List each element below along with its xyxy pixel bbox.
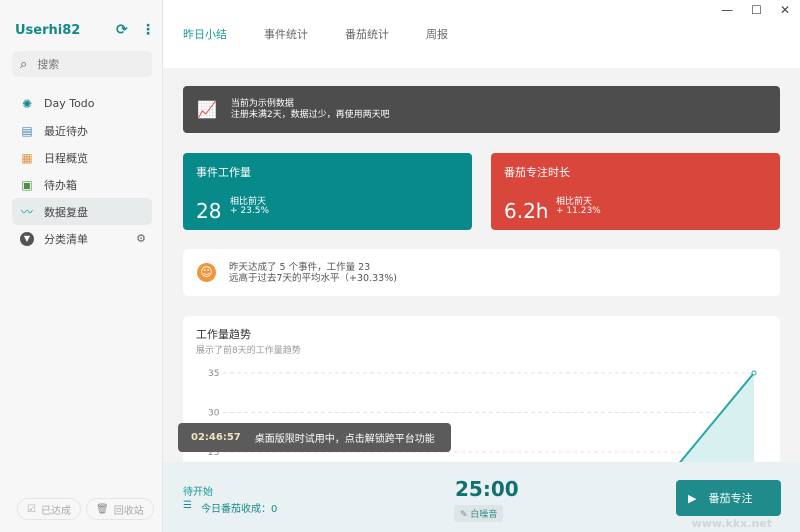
- banner-text: 注册未满2天，数据过少，再使用两天吧: [230, 109, 390, 120]
- sidebar-item-review[interactable]: 〰数据复盘: [12, 198, 152, 225]
- tab-weekly[interactable]: 周报: [426, 26, 448, 42]
- workload-trend-chart: 工作量趋势 展示了前8天的工作量趋势 25 30 35: [183, 316, 780, 476]
- trial-text: 桌面版限时试用中，点击解锁跨平台功能: [254, 434, 435, 445]
- sync-icon[interactable]: ⟳: [116, 22, 128, 38]
- summary-line: 远高于过去7天的平均水平（+30.33%): [229, 272, 397, 284]
- list-icon: ☰: [183, 500, 192, 511]
- chevron-down-icon: ▼: [20, 231, 34, 246]
- minimize-icon[interactable]: —: [721, 3, 733, 17]
- sidebar-item-inbox[interactable]: ▣ 待办箱: [12, 171, 152, 198]
- sun-icon: ✺: [21, 96, 33, 111]
- pomodoro-state: 待开始: [183, 487, 213, 498]
- white-noise-label: 白噪音: [470, 510, 498, 520]
- mute-icon: ✎: [460, 510, 468, 520]
- search-icon: ⌕: [20, 56, 28, 72]
- sidebar-item-label: 最近待办: [44, 124, 88, 138]
- tab-yesterday[interactable]: 昨日小结: [183, 26, 227, 42]
- pomodoro-bar: 待开始 ☰ 今日番茄收成：0 25:00 ✎ 白噪音 ▶ 番茄专注 www.kkx.…: [163, 462, 800, 532]
- checklist-icon: ☑: [27, 503, 36, 515]
- tab-pomodoro[interactable]: 番茄统计: [345, 26, 389, 42]
- sidebar-item-label: 待办箱: [44, 178, 77, 192]
- sidebar-item-schedule[interactable]: ▦ 日程概览: [12, 144, 152, 171]
- sidebar-item-category[interactable]: ▼ 分类清单 ⚙: [12, 225, 152, 252]
- inbox-icon: ▣: [21, 177, 33, 192]
- card-value: 28: [196, 199, 222, 223]
- chart-icon: 〰: [20, 205, 33, 219]
- start-focus-label: 番茄专注: [708, 492, 753, 505]
- banner-title: 当前为示例数据: [230, 98, 294, 109]
- y-tick-label: 35: [208, 369, 219, 379]
- sidebar-item-recent[interactable]: ▤ 最近待办: [12, 117, 152, 144]
- header: 昨日小结 事件统计 番茄统计 周报 — ☐ ✕: [163, 0, 800, 68]
- trial-countdown: 02:46:57: [191, 432, 241, 443]
- start-focus-button[interactable]: ▶ 番茄专注: [676, 480, 781, 516]
- card-value: 6.2h: [504, 199, 549, 223]
- trial-toast[interactable]: 02:46:57 桌面版限时试用中，点击解锁跨平台功能: [178, 423, 451, 452]
- data-point: [751, 370, 757, 376]
- y-tick-label: 30: [208, 409, 220, 419]
- compare-delta: + 11.23%: [556, 206, 601, 216]
- sample-data-banner: 📈 当前为示例数据 注册未满2天，数据过少，再使用两天吧: [183, 86, 780, 133]
- search-input[interactable]: [37, 57, 128, 71]
- done-button[interactable]: ☑ 已达成: [17, 498, 81, 520]
- schedule-icon: ▦: [21, 150, 33, 165]
- pomodoro-timer: 25:00: [455, 477, 519, 501]
- today-harvest[interactable]: ☰ 今日番茄收成：0: [183, 500, 277, 515]
- maximize-icon[interactable]: ☐: [751, 3, 762, 17]
- sidebar: Userhi82 ⟳ ⋮ ⌕ ✺ Day Todo ▤ 最近待办 ▦ 日程概览 ▣ 待办…: [0, 0, 163, 532]
- sidebar-item-label: 日程概览: [44, 151, 88, 165]
- summary-line: 昨天达成了 5 个事件，工作量 23: [229, 261, 371, 273]
- calendar-icon: ▤: [21, 123, 33, 138]
- more-icon[interactable]: ⋮: [141, 22, 155, 38]
- play-icon: ▶: [688, 491, 697, 505]
- today-harvest-text: 今日番茄收成：0: [200, 504, 278, 515]
- search-box[interactable]: ⌕: [12, 51, 152, 77]
- focus-time-card: 番茄专注时长 6.2h 相比前天 + 11.23%: [491, 153, 780, 230]
- done-label: 已达成: [40, 505, 71, 517]
- trash-label: 回收站: [113, 505, 144, 517]
- sidebar-item-label: 分类清单: [44, 232, 88, 246]
- trash-icon: 🗑: [96, 503, 109, 515]
- close-icon[interactable]: ✕: [780, 3, 790, 17]
- sidebar-item-label: 数据复盘: [44, 205, 88, 219]
- sidebar-item-day-todo[interactable]: ✺ Day Todo: [12, 90, 152, 117]
- data-search-icon: 📈: [197, 100, 217, 119]
- workload-card: 事件工作量 28 相比前天 + 23.5%: [183, 153, 472, 230]
- username[interactable]: Userhi82: [15, 23, 80, 38]
- white-noise-button[interactable]: ✎ 白噪音: [454, 505, 504, 522]
- card-title: 事件工作量: [196, 166, 251, 179]
- trash-button[interactable]: 🗑 回收站: [86, 498, 154, 520]
- chart-plot: 253035: [208, 369, 757, 476]
- smile-icon: ☺: [197, 263, 216, 282]
- sidebar-item-label: Day Todo: [44, 97, 95, 110]
- compare-delta: + 23.5%: [230, 206, 269, 216]
- gear-icon[interactable]: ⚙: [136, 232, 146, 245]
- tab-events[interactable]: 事件统计: [264, 26, 308, 42]
- watermark: www.kkx.net: [691, 517, 772, 530]
- card-title: 番茄专注时长: [504, 166, 570, 179]
- summary-card: ☺ 昨天达成了 5 个事件，工作量 23 远高于过去7天的平均水平（+30.33%…: [183, 249, 780, 296]
